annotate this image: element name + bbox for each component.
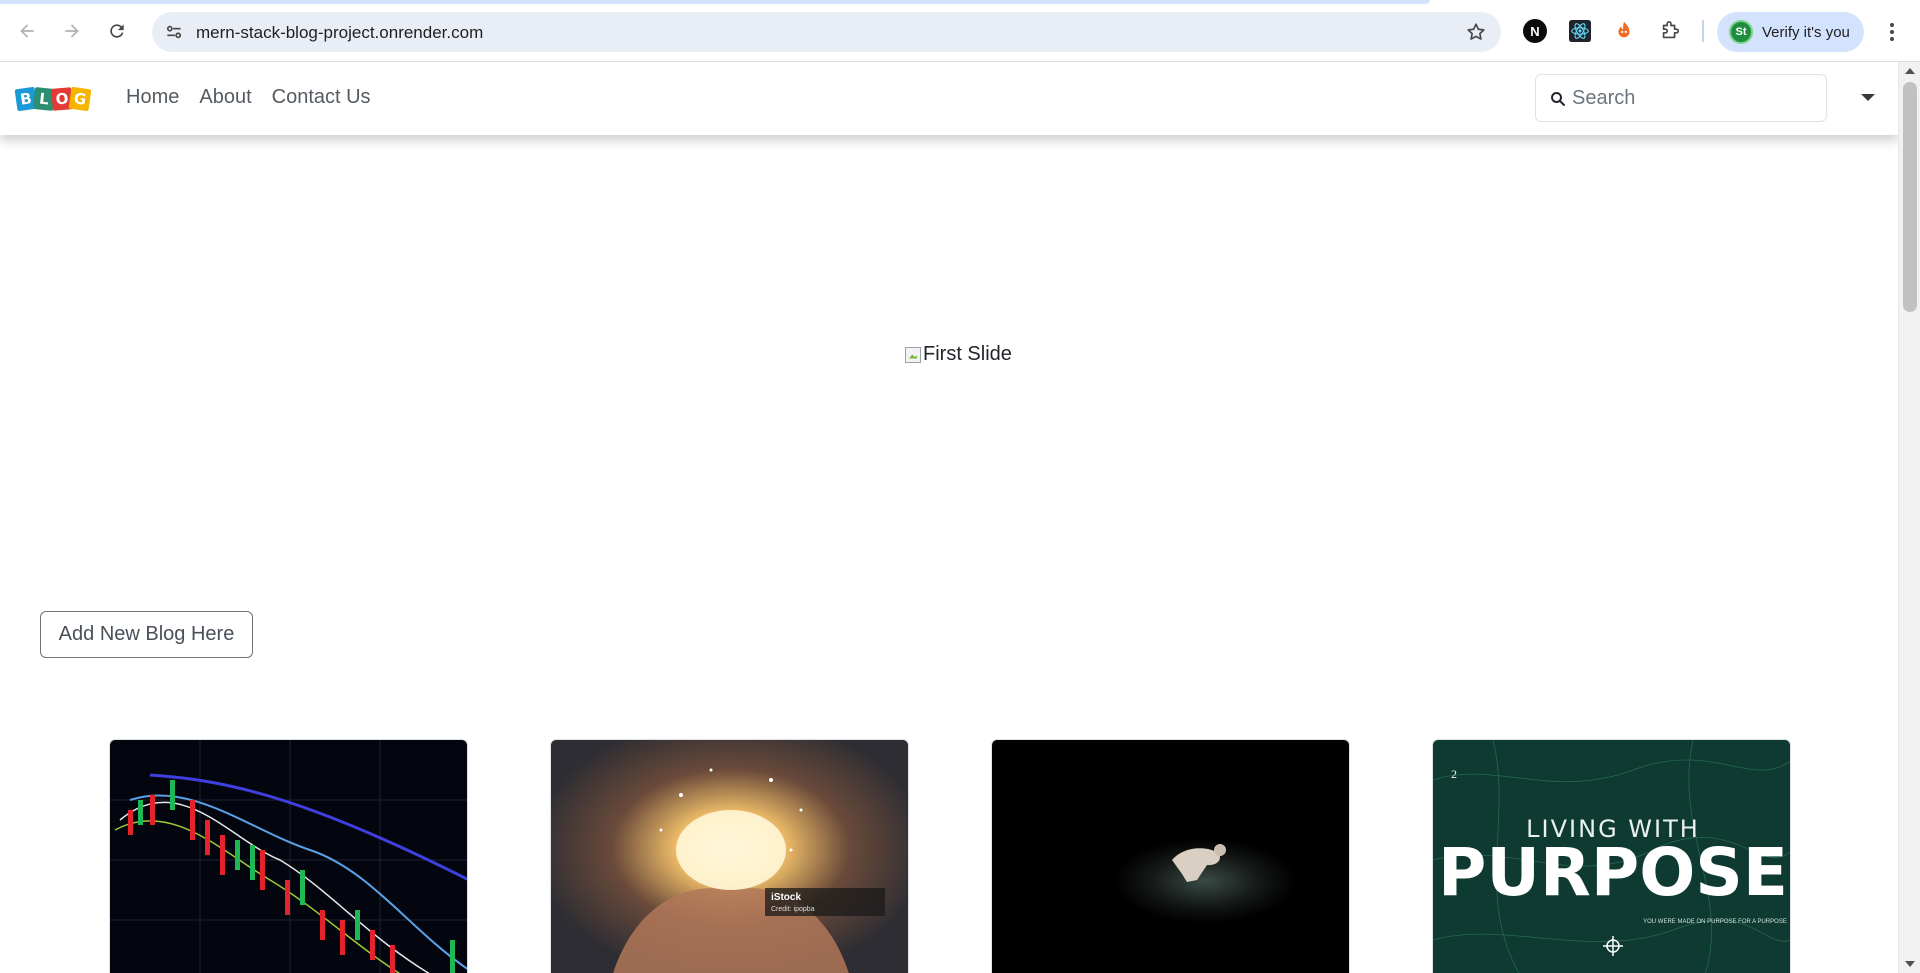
reload-button[interactable] bbox=[100, 14, 134, 48]
scroll-thumb[interactable] bbox=[1903, 82, 1917, 312]
browser-menu-icon[interactable] bbox=[1880, 20, 1904, 44]
nav-links: Home About Contact Us bbox=[126, 86, 391, 109]
back-arrow-icon bbox=[20, 24, 34, 38]
url-text[interactable]: mern-stack-blog-project.onrender.com bbox=[196, 23, 483, 43]
fox-extension-icon[interactable] bbox=[1612, 19, 1636, 43]
logo-letter-g: G bbox=[68, 86, 92, 112]
verify-label: Verify it's you bbox=[1762, 23, 1850, 41]
browser-toolbar: mern-stack-blog-project.onrender.com N S… bbox=[0, 0, 1920, 62]
active-tab-accent bbox=[0, 0, 1430, 4]
notion-icon[interactable]: N bbox=[1523, 19, 1547, 43]
nav-link-contact[interactable]: Contact Us bbox=[272, 86, 371, 109]
page-number: 2 bbox=[1451, 767, 1457, 781]
poster-title-big: PURPOSE bbox=[1438, 834, 1788, 911]
carousel-image-alt: First Slide bbox=[923, 343, 1012, 365]
living-with-purpose-image: 2 LIVING WITH PURPOSE YOU WERE MADE ON P… bbox=[1433, 740, 1790, 973]
react-devtools-icon[interactable] bbox=[1568, 19, 1592, 43]
extensions-puzzle-icon[interactable] bbox=[1658, 19, 1682, 43]
blog-card-image[interactable] bbox=[991, 739, 1350, 973]
hero-carousel: First Slide bbox=[0, 135, 1898, 555]
search-input[interactable] bbox=[1572, 85, 1812, 111]
blog-card-image[interactable] bbox=[109, 739, 468, 973]
search-icon bbox=[1551, 92, 1565, 106]
chevron-down-icon[interactable] bbox=[1861, 94, 1875, 101]
address-bar[interactable]: mern-stack-blog-project.onrender.com bbox=[152, 12, 1501, 52]
poster-tagline: YOU WERE MADE ON PURPOSE FOR A PURPOSE bbox=[1643, 919, 1787, 925]
profile-verify-button[interactable]: St Verify it's you bbox=[1717, 12, 1864, 52]
nav-link-about[interactable]: About bbox=[199, 86, 251, 109]
forward-button[interactable] bbox=[55, 14, 89, 48]
site-info-icon[interactable] bbox=[162, 20, 186, 44]
forward-arrow-icon bbox=[65, 24, 79, 38]
back-button[interactable] bbox=[10, 14, 44, 48]
scroll-down-icon[interactable] bbox=[1905, 961, 1915, 967]
dark-stage-dancer-image bbox=[992, 740, 1349, 973]
broken-image-icon bbox=[905, 346, 921, 363]
search-box bbox=[1535, 74, 1827, 122]
blog-card-image[interactable]: iStock Credit: ipopba bbox=[550, 739, 909, 973]
bookmark-star-icon[interactable] bbox=[1465, 21, 1487, 43]
nav-link-home[interactable]: Home bbox=[126, 86, 179, 109]
toolbar-separator bbox=[1702, 20, 1704, 42]
reload-icon bbox=[110, 24, 124, 38]
site-navbar: B L O G Home About Contact Us bbox=[0, 62, 1898, 135]
istock-watermark: iStock bbox=[771, 892, 801, 903]
istock-credit: Credit: ipopba bbox=[771, 906, 815, 913]
stock-chart-image bbox=[110, 740, 467, 973]
scroll-up-icon[interactable] bbox=[1905, 68, 1915, 74]
page-scrollbar[interactable] bbox=[1898, 62, 1920, 973]
blog-card-image[interactable]: 2 LIVING WITH PURPOSE YOU WERE MADE ON P… bbox=[1432, 739, 1791, 973]
blog-logo[interactable]: B L O G bbox=[14, 85, 92, 113]
profile-avatar: St bbox=[1729, 20, 1753, 44]
carousel-slide-image: First Slide bbox=[905, 343, 1012, 366]
notion-letter: N bbox=[1530, 23, 1540, 39]
add-new-blog-button[interactable]: Add New Blog Here bbox=[40, 611, 253, 658]
page-viewport: B L O G Home About Contact Us First Slid… bbox=[0, 62, 1898, 973]
glowing-hands-image: iStock Credit: ipopba bbox=[551, 740, 908, 973]
